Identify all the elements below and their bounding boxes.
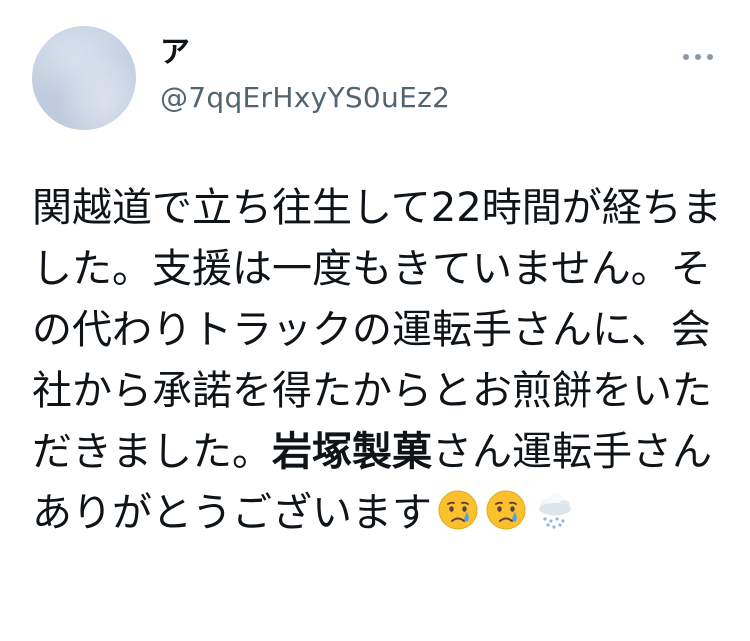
author-handle[interactable]: @7qqErHxyYS0uEz2 [160, 80, 450, 116]
more-options-button[interactable] [676, 42, 720, 72]
avatar[interactable] [32, 26, 136, 130]
author-display-name[interactable]: ア [160, 34, 190, 72]
tweet: ア @7qqErHxyYS0uEz2 関越道で立ち往生して22時間が経ちました。… [0, 0, 750, 641]
more-options-dot [695, 54, 701, 60]
more-options-dot [707, 54, 713, 60]
crying-face-icon [436, 488, 480, 532]
tweet-text: 関越道で立ち往生して22時間が経ちました。支援は一度もきていません。その代わりト… [32, 178, 722, 544]
tweet-text-bold: 岩塚製菓 [272, 429, 432, 475]
crying-face-icon [484, 488, 528, 532]
cloud-with-snow-icon [532, 488, 576, 532]
more-options-dot [683, 54, 689, 60]
